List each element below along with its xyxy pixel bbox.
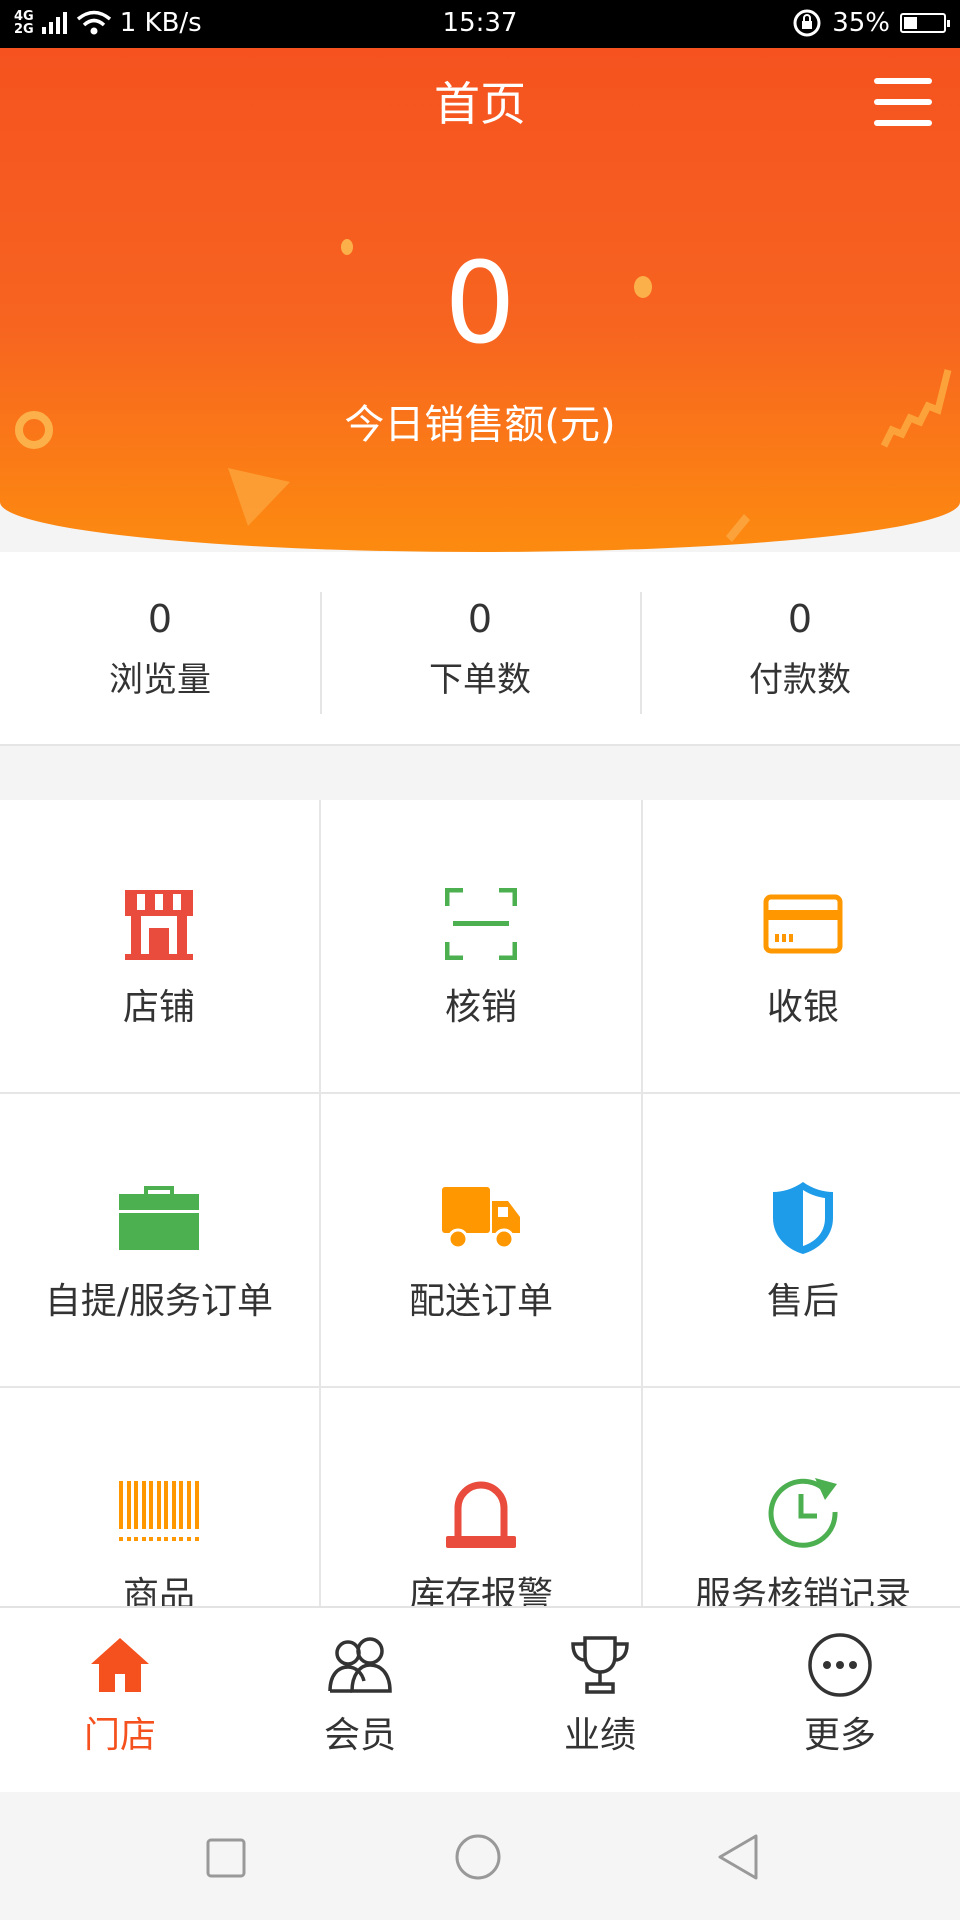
shield-icon (773, 1182, 833, 1254)
stat-value: 0 (467, 596, 493, 641)
stat-label: 下单数 (429, 659, 531, 700)
status-right: 35% (792, 8, 950, 38)
grid-item-label: 服务核销记录 (694, 1575, 911, 1606)
decor-spark-icon (726, 514, 750, 542)
stat-orders[interactable]: 0 下单数 (320, 552, 640, 744)
home-button-icon[interactable] (453, 1832, 503, 1882)
grid-item-stock-alarm[interactable]: 库存报警 (321, 1388, 641, 1606)
tab-more[interactable]: 更多 (720, 1608, 960, 1792)
grid-item-label: 配送订单 (408, 1281, 553, 1322)
menu-icon[interactable] (874, 78, 932, 126)
scan-icon (445, 888, 517, 960)
tab-members[interactable]: 会员 (240, 1608, 480, 1792)
tab-label: 会员 (323, 1715, 396, 1756)
card-icon (763, 894, 843, 954)
grid-item-label: 收银 (766, 987, 839, 1028)
stats-row: 0 浏览量 0 下单数 0 付款数 (0, 552, 960, 746)
grid-item-delivery-orders[interactable]: 配送订单 (321, 1094, 641, 1386)
function-grid: 店铺 核销 收银 自提/服务订单 配送订单 售后 商品 库存报警 服务核销记录 (0, 800, 960, 1606)
rotation-lock-icon (793, 9, 821, 37)
more-icon (808, 1633, 872, 1697)
sales-value: 0 (444, 239, 516, 369)
header-banner: 首页 0 今日销售额(元) (0, 48, 960, 552)
grid-item-service-records[interactable]: 服务核销记录 (643, 1388, 960, 1606)
truck-icon (442, 1187, 520, 1250)
tab-performance[interactable]: 业绩 (480, 1608, 720, 1792)
grid-item-verify[interactable]: 核销 (321, 800, 641, 1092)
grid-item-label: 库存报警 (408, 1575, 553, 1606)
grid-item-label: 商品 (122, 1575, 195, 1606)
barcode-icon (119, 1481, 199, 1541)
battery-icon (900, 13, 950, 33)
grid-item-store[interactable]: 店铺 (0, 800, 319, 1092)
battery-level (904, 17, 918, 29)
decor-triangle-icon (228, 468, 290, 526)
trophy-icon (571, 1636, 629, 1694)
grid-item-pickup-orders[interactable]: 自提/服务订单 (0, 1094, 319, 1386)
stat-value: 0 (147, 596, 173, 641)
stat-views[interactable]: 0 浏览量 (0, 552, 320, 744)
status-bar: 4G 2G 1 KB/s 15:37 35% (0, 0, 960, 48)
home-icon (91, 1638, 149, 1692)
stat-value: 0 (787, 596, 813, 641)
tab-label: 门店 (83, 1715, 156, 1756)
members-icon (328, 1637, 392, 1693)
tab-label: 业绩 (563, 1715, 636, 1756)
page-title: 首页 (434, 77, 526, 131)
system-nav-bar (0, 1792, 960, 1920)
grid-item-label: 店铺 (122, 987, 195, 1028)
tab-label: 更多 (803, 1715, 876, 1756)
grid-item-goods[interactable]: 商品 (0, 1388, 319, 1606)
grid-item-label: 核销 (444, 987, 517, 1028)
grid-item-label: 自提/服务订单 (44, 1281, 274, 1322)
back-icon[interactable] (712, 1832, 762, 1882)
stat-payments[interactable]: 0 付款数 (640, 552, 960, 744)
bottom-tab-bar: 门店 会员 业绩 更多 (0, 1606, 960, 1792)
alarm-icon (446, 1481, 516, 1548)
history-icon (768, 1478, 838, 1548)
stat-label: 付款数 (749, 659, 851, 700)
stat-label: 浏览量 (109, 659, 211, 700)
battery-percent: 35% (832, 8, 890, 38)
sales-label: 今日销售额(元) (344, 402, 616, 448)
tab-store[interactable]: 门店 (0, 1608, 240, 1792)
store-icon (125, 890, 193, 960)
recent-apps-icon[interactable] (200, 1832, 250, 1882)
grid-item-after-sales[interactable]: 售后 (643, 1094, 960, 1386)
grid-item-cashier[interactable]: 收银 (643, 800, 960, 1092)
briefcase-icon (119, 1186, 199, 1250)
grid-item-label: 售后 (766, 1281, 839, 1322)
